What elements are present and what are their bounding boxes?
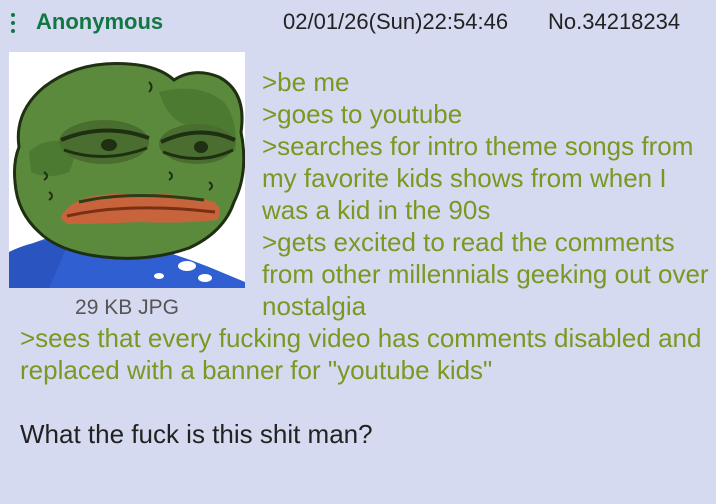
post-container: Anonymous 02/01/26(Sun)22:54:46 No.34218… — [0, 0, 716, 504]
post-number-link[interactable]: No.34218234 — [548, 8, 680, 36]
poster-name: Anonymous — [36, 9, 164, 34]
post-header: Anonymous 02/01/26(Sun)22:54:46 No.34218… — [0, 0, 716, 46]
vertical-dots-icon[interactable] — [8, 9, 18, 37]
post-closing-line: What the fuck is this shit man? — [20, 419, 373, 449]
greentext-line: >sees that every fucking video has comme… — [20, 323, 702, 385]
post-body: >be me >goes to youtube >searches for in… — [20, 66, 710, 450]
post-datetime: 02/01/26(Sun)22:54:46 — [283, 9, 509, 34]
